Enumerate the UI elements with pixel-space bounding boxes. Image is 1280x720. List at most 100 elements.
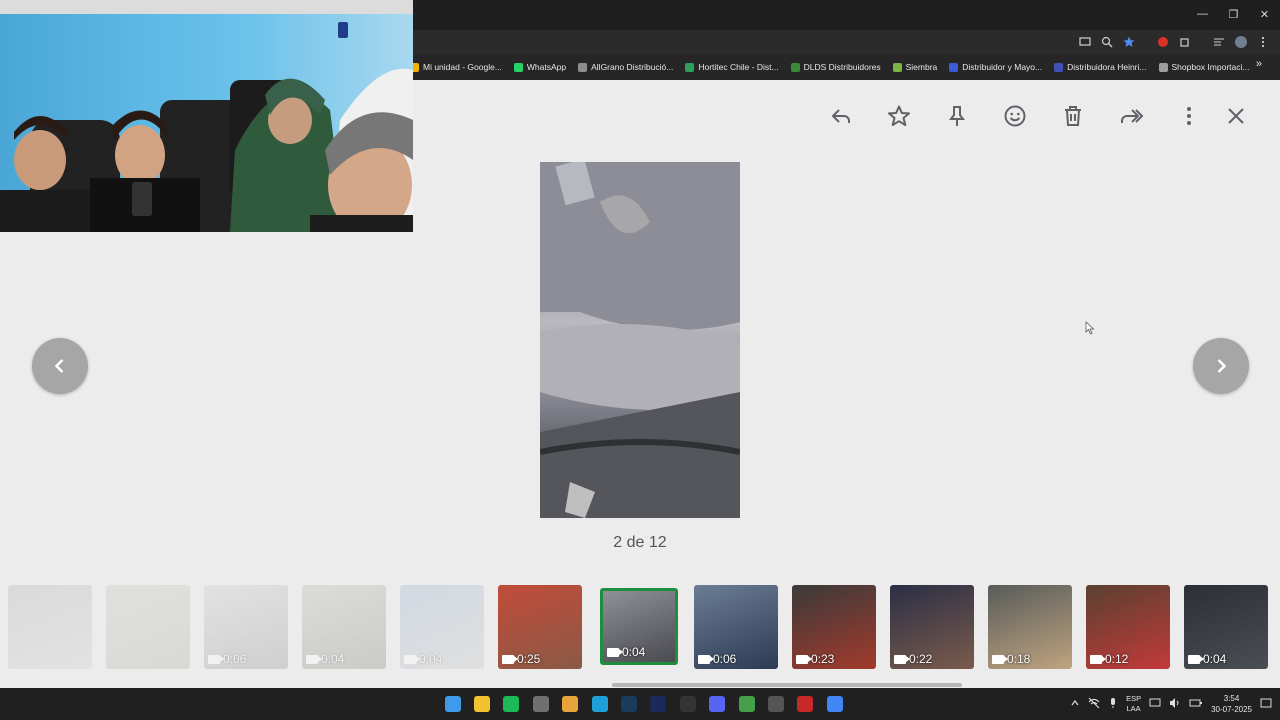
webcam-image [0, 0, 413, 232]
filmstrip-thumbnail[interactable]: 0:06 [204, 585, 288, 669]
microphone-icon[interactable] [1108, 697, 1118, 711]
bookmark-label: Distribuidor y Mayo... [962, 62, 1043, 72]
forward-icon [1121, 109, 1144, 123]
bookmark-item[interactable]: Distribuidor y Mayo... [949, 62, 1042, 72]
pin-button[interactable] [928, 102, 986, 130]
bookmark-item[interactable]: Siembra [892, 62, 938, 72]
language-indicator[interactable]: ESP LAA [1126, 694, 1141, 714]
app-icon [767, 696, 784, 712]
delete-icon [1065, 106, 1081, 126]
duration-label: 0:04 [419, 652, 443, 666]
video-camera-icon [796, 654, 812, 664]
calculator-icon [532, 696, 549, 712]
filmstrip-thumbnail[interactable] [8, 585, 92, 669]
delete-button[interactable] [1044, 102, 1102, 130]
zoom-icon[interactable] [1096, 31, 1118, 53]
cast-icon[interactable] [1074, 31, 1096, 53]
volume-icon[interactable] [1169, 697, 1181, 711]
filmstrip-thumbnail[interactable]: 0:23 [792, 585, 876, 669]
game-icon [797, 696, 814, 712]
filmstrip-thumbnail[interactable]: 0:22 [890, 585, 974, 669]
spotify-icon [503, 696, 520, 712]
bookmark-label: Shopbox Importaci... [1171, 62, 1250, 72]
bookmark-label: AllGrano Distribució... [591, 62, 674, 72]
photoshop-icon [650, 696, 667, 712]
filmstrip-thumbnail[interactable]: 0:12 [1086, 585, 1170, 669]
previous-media-button[interactable] [32, 338, 88, 394]
media-player-button[interactable] [673, 691, 702, 717]
game-button[interactable] [791, 691, 820, 717]
star-button[interactable] [870, 102, 928, 130]
minimize-button[interactable]: — [1187, 0, 1218, 28]
bookmark-item[interactable]: AllGrano Distribució... [578, 62, 673, 72]
clock[interactable]: 3:54 30-07-2025 [1211, 693, 1252, 715]
filmstrip-scrollbar[interactable] [612, 683, 962, 687]
video-duration: 0:06 [698, 652, 736, 666]
extension-red-icon[interactable] [1152, 31, 1174, 53]
bookmark-item[interactable]: Hortitec Chile - Dist... [685, 62, 779, 72]
display-icon[interactable] [1149, 697, 1161, 711]
next-media-button[interactable] [1193, 338, 1249, 394]
filmstrip-thumbnail[interactable]: 0:06 [694, 585, 778, 669]
filmstrip-thumbnail[interactable]: 0:18 [988, 585, 1072, 669]
video-duration: 0:04 [607, 645, 645, 659]
chrome-alt-button[interactable] [820, 691, 849, 717]
bookmarks-overflow-button[interactable]: » [1256, 58, 1262, 70]
windows-start-button[interactable] [438, 691, 467, 717]
network-off-icon[interactable] [1088, 697, 1100, 711]
profile-avatar-icon[interactable] [1230, 31, 1252, 53]
close-viewer-button[interactable] [1220, 102, 1252, 130]
bookmark-item[interactable]: Mi unidad - Google... [410, 62, 502, 72]
star-icon [888, 105, 910, 126]
bookmark-item[interactable]: Shopbox Importaci... [1158, 62, 1250, 72]
calculator-button[interactable] [526, 691, 555, 717]
video-camera-icon [306, 654, 322, 664]
chrome-profile-button[interactable] [732, 691, 761, 717]
bookmark-item[interactable]: WhatsApp [513, 62, 566, 72]
duration-label: 0:06 [223, 652, 247, 666]
reply-icon [831, 109, 850, 123]
bookmark-star-icon[interactable] [1118, 31, 1140, 53]
address-bar-icons [1074, 30, 1274, 54]
filmstrip-thumbnail[interactable]: 0:04 [400, 585, 484, 669]
discord-icon [709, 696, 726, 712]
bookmark-item[interactable]: Distribuidora Heinri... [1054, 62, 1147, 72]
more-options-button[interactable] [1160, 102, 1218, 130]
duration-label: 0:04 [1203, 652, 1227, 666]
filmstrip-thumbnail[interactable]: 0:04 [302, 585, 386, 669]
filmstrip-thumbnail[interactable]: 0:04 [1184, 585, 1268, 669]
notifications-icon[interactable] [1260, 697, 1272, 711]
app-button[interactable] [761, 691, 790, 717]
restore-button[interactable]: ❐ [1218, 0, 1249, 28]
spotify-button[interactable] [497, 691, 526, 717]
video-duration: 0:06 [208, 652, 246, 666]
video-camera-icon [698, 654, 714, 664]
taskbar-apps [438, 691, 849, 717]
distribuidor-icon [949, 62, 959, 72]
chrome-button[interactable] [556, 691, 585, 717]
bookmark-item[interactable]: DLDS Distribuidores [790, 62, 881, 72]
bookmark-label: Siembra [905, 62, 938, 72]
discord-button[interactable] [703, 691, 732, 717]
filmstrip-thumbnail-selected[interactable]: 0:04 [600, 588, 678, 665]
steam-button[interactable] [614, 691, 643, 717]
extensions-puzzle-icon[interactable] [1174, 31, 1196, 53]
edge-button[interactable] [585, 691, 614, 717]
browser-menu-icon[interactable] [1252, 31, 1274, 53]
close-window-button[interactable]: ✕ [1249, 0, 1280, 28]
photoshop-button[interactable] [644, 691, 673, 717]
clock-date: 30-07-2025 [1211, 705, 1252, 714]
filmstrip-thumbnail[interactable] [106, 585, 190, 669]
media-control-icon[interactable] [1208, 31, 1230, 53]
react-button[interactable] [986, 102, 1044, 130]
file-explorer-button[interactable] [467, 691, 496, 717]
forward-button[interactable] [1102, 102, 1160, 130]
reply-button[interactable] [812, 102, 870, 130]
filmstrip-thumbnail[interactable]: 0:25 [498, 585, 582, 669]
chrome-alt-icon [826, 696, 843, 712]
media-preview[interactable] [540, 162, 740, 518]
battery-icon[interactable] [1189, 698, 1203, 710]
chevron-up-icon[interactable] [1070, 698, 1080, 710]
video-camera-icon [992, 654, 1008, 664]
chevron-right-icon [1217, 359, 1227, 373]
